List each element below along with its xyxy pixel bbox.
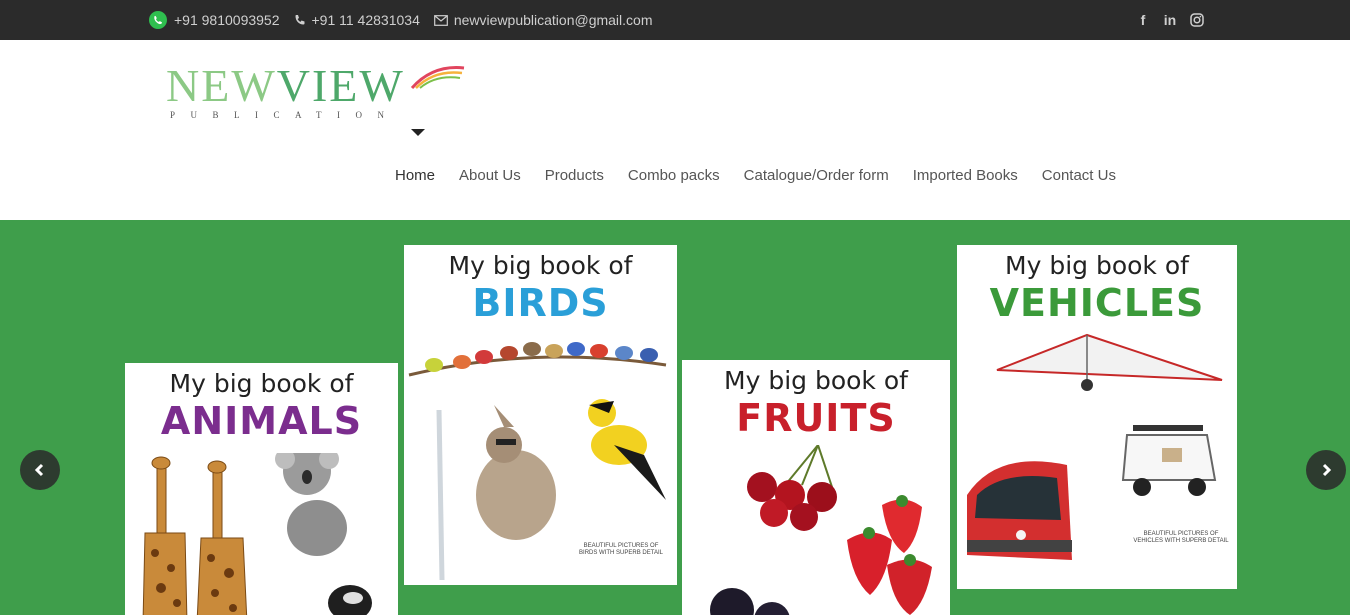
site-logo[interactable]: NEWVIEW PUBLICATION (166, 60, 466, 122)
phone-number: +91 11 42831034 (311, 12, 420, 28)
book-card-birds[interactable]: My big book of BIRDS BEAUTIFUL PICTURES … (404, 245, 677, 585)
book-title-line1: My big book of (1005, 251, 1189, 280)
nav-combo-packs[interactable]: Combo packs (628, 167, 720, 184)
carousel-prev-button[interactable] (20, 450, 60, 490)
main-nav: Home About Us Products Combo packs Catal… (395, 164, 1140, 186)
book-card-animals[interactable]: My big book of ANIMALS (125, 363, 398, 615)
nav-home[interactable]: Home (395, 167, 435, 184)
email-contact[interactable]: newviewpublication@gmail.com (433, 12, 653, 28)
book-title-line1: My big book of (169, 369, 354, 398)
book-caption: BEAUTIFUL PICTURES OF BIRDS WITH SUPERB … (579, 543, 663, 556)
facebook-icon[interactable]: f (1134, 11, 1152, 29)
phone-icon (294, 14, 306, 26)
book-caption: BEAUTIFUL PICTURES OF VEHICLES WITH SUPE… (1133, 531, 1229, 544)
site-header: NEWVIEW PUBLICATION Home About Us Produc… (0, 40, 1350, 220)
social-links: f in (1134, 0, 1215, 40)
book-title-line2: BIRDS (472, 281, 609, 325)
book-card-fruits[interactable]: My big book of FRUITS (682, 360, 950, 615)
phone-contact[interactable]: +91 11 42831034 (294, 12, 420, 28)
caret-down-icon (411, 129, 425, 136)
contact-info: +91 9810093952 +91 11 42831034 newviewpu… (148, 0, 667, 40)
book-title-line2: FRUITS (736, 396, 896, 440)
nav-imported-books[interactable]: Imported Books (913, 167, 1018, 184)
book-title-line1: My big book of (724, 366, 908, 395)
whatsapp-contact[interactable]: +91 9810093952 (148, 10, 280, 30)
mail-icon (433, 14, 448, 26)
whatsapp-icon (148, 10, 168, 30)
vehicles-illustration-icon (967, 333, 1223, 560)
nav-catalogue-order-form[interactable]: Catalogue/Order form (744, 167, 889, 184)
chevron-right-icon (1322, 463, 1332, 477)
book-carousel: My big book of ANIMALS My big book of BI… (0, 220, 1350, 615)
email-address: newviewpublication@gmail.com (453, 12, 653, 28)
book-title-line2: ANIMALS (160, 399, 363, 443)
book-card-vehicles[interactable]: My big book of VEHICLES BEAUTIFUL PICTUR… (957, 245, 1237, 589)
animals-illustration-icon (142, 453, 372, 615)
whatsapp-number: +91 9810093952 (174, 12, 280, 28)
book-title-line1: My big book of (448, 251, 633, 280)
logo-wordmark: NEWVIEW (166, 60, 405, 111)
logo-swoosh-icon (410, 66, 465, 90)
logo-subtitle: PUBLICATION (170, 110, 400, 120)
fruits-illustration-icon (710, 445, 932, 615)
nav-products[interactable]: Products (545, 167, 604, 184)
nav-about-us[interactable]: About Us (459, 167, 521, 184)
linkedin-icon[interactable]: in (1161, 11, 1179, 29)
chevron-left-icon (34, 463, 44, 477)
carousel-next-button[interactable] (1306, 450, 1346, 490)
nav-contact-us[interactable]: Contact Us (1042, 167, 1116, 184)
top-bar: +91 9810093952 +91 11 42831034 newviewpu… (0, 0, 1350, 40)
book-title-line2: VEHICLES (989, 281, 1205, 325)
instagram-icon[interactable] (1188, 11, 1206, 29)
